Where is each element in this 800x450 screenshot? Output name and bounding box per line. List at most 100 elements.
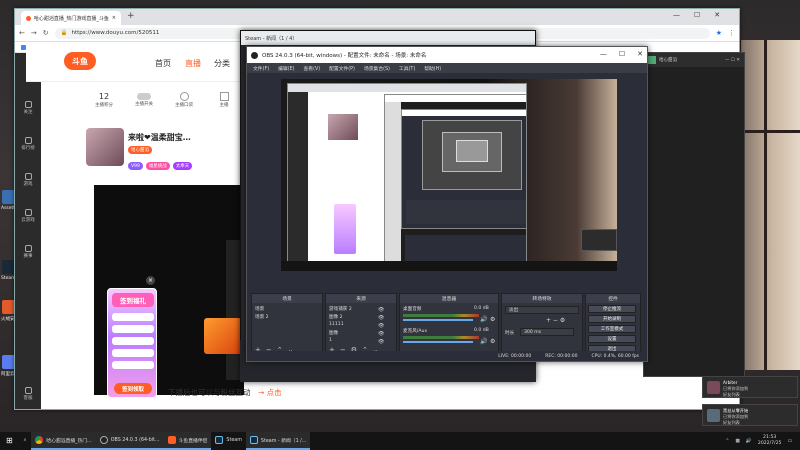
studio-mode-button[interactable]: 工作室模式 bbox=[588, 325, 636, 333]
douyu-logo[interactable]: 斗鱼 bbox=[64, 52, 96, 70]
maximize-icon[interactable]: ☐ bbox=[694, 11, 700, 19]
tray-chevron-icon[interactable]: ⌃ bbox=[725, 439, 729, 444]
obs-title-text: OBS 24.0.3 (64-bit, windows) - 配置文件: 未命名… bbox=[262, 53, 427, 59]
notification-toast[interactable]: 黑丝从零开始 已将你添加到 好友列表 bbox=[702, 404, 798, 426]
add-remove-transition[interactable]: + − ⚙ bbox=[546, 317, 565, 324]
window-controls: — ☐ ✕ bbox=[673, 11, 720, 19]
source-item[interactable]: 1 bbox=[329, 338, 332, 343]
stat-switch[interactable]: 主播开关 bbox=[126, 84, 162, 116]
tab-douyu[interactable]: 哈心甜滔直播_热门游戏直播_斗鱼 × bbox=[21, 11, 121, 25]
stat-points[interactable]: 12 主播积分 bbox=[86, 84, 122, 116]
volume-slider[interactable] bbox=[403, 319, 473, 321]
source-item[interactable]: 游戏捕获 2 bbox=[329, 306, 352, 312]
back-icon[interactable]: ← bbox=[19, 29, 25, 37]
pocket-icon bbox=[179, 92, 189, 101]
lock-icon: 🔒 bbox=[60, 30, 68, 36]
checkin-promo[interactable]: 签到福礼 签到领取 bbox=[107, 288, 157, 398]
speaker-icon[interactable]: 🔊 bbox=[480, 316, 487, 323]
close-icon[interactable]: ✕ bbox=[637, 50, 643, 58]
taskbar-item-steam-news[interactable]: Steam - 新闻（1 /... bbox=[245, 432, 311, 450]
sidebar-item-follow[interactable]: 关注 bbox=[15, 97, 41, 119]
menu-scene-collection[interactable]: 场景集合(S) bbox=[364, 65, 390, 72]
taskbar-item-steam[interactable]: Steam bbox=[211, 432, 246, 450]
close-icon[interactable]: ✕ bbox=[714, 11, 720, 19]
reload-icon[interactable]: ↻ bbox=[43, 29, 49, 37]
chat-scroll-strip[interactable] bbox=[226, 240, 240, 380]
challenge-tag[interactable]: 福星挑战 bbox=[145, 162, 170, 170]
source-visibility-icons[interactable]: 👁 👁 👁 👁 👁 bbox=[378, 306, 384, 346]
sidebar-item-rank[interactable]: 排行榜 bbox=[15, 133, 41, 155]
taskbar-item-douyu-companion[interactable]: 斗鱼直播伴侣 bbox=[163, 432, 212, 450]
sidebar-item-service[interactable]: 客服 bbox=[15, 383, 41, 405]
sidebar-item-cloud-game[interactable]: 云游戏 bbox=[15, 205, 41, 227]
source-item[interactable]: 11111 bbox=[329, 322, 344, 327]
star-icon[interactable]: ★ bbox=[716, 29, 722, 37]
start-button[interactable]: ⊞ bbox=[0, 432, 19, 450]
start-recording-button[interactable]: 开始录制 bbox=[588, 315, 636, 323]
menu-icon[interactable]: ⋮ bbox=[728, 29, 735, 37]
game-icon bbox=[24, 173, 32, 180]
promo-row bbox=[112, 349, 154, 357]
nav-home[interactable]: 首页 bbox=[155, 58, 171, 69]
taskbar-item-obs[interactable]: OBS 24.0.3 (64-bit... bbox=[95, 432, 164, 450]
volume-icon[interactable]: 🔊 bbox=[746, 439, 752, 444]
menu-profile[interactable]: 配置文件(P) bbox=[329, 65, 355, 72]
toast-text: 好友列表 bbox=[723, 392, 740, 397]
taskbar-item-chrome[interactable]: 哈心甜滔直播_热门... bbox=[31, 432, 96, 450]
stop-streaming-button[interactable]: 停止推流 bbox=[588, 305, 636, 313]
steam-titlebar: 哈心甜滔 — ☐ ✕ bbox=[644, 53, 744, 67]
check-icon bbox=[219, 92, 229, 101]
sidebar-item-events[interactable]: 赛事 bbox=[15, 241, 41, 263]
follow-badge[interactable]: 哈心甜滔 bbox=[128, 146, 152, 154]
steam-username[interactable]: 哈心甜滔 bbox=[659, 57, 677, 63]
sidebar-item-game[interactable]: 游戏 bbox=[15, 169, 41, 191]
clock[interactable]: 21:53 2022/7/25 bbox=[758, 435, 782, 447]
nav-category[interactable]: 分类 bbox=[214, 58, 230, 69]
toast-name: Arbiter bbox=[723, 380, 738, 385]
scene-item[interactable]: 场景 bbox=[255, 306, 264, 312]
source-item[interactable]: 图像 bbox=[329, 330, 338, 336]
volume-slider[interactable] bbox=[403, 341, 473, 343]
mixer-track-name: 桌面音频 bbox=[403, 307, 422, 312]
avatar[interactable] bbox=[86, 128, 124, 166]
menu-edit[interactable]: 编辑(E) bbox=[278, 65, 294, 72]
controls-title: 控件 bbox=[586, 294, 640, 303]
minimize-icon[interactable]: — bbox=[673, 11, 680, 19]
gift-thumbnail[interactable] bbox=[204, 318, 242, 354]
network-icon[interactable]: ▦ bbox=[735, 439, 740, 444]
toast-text: 好友列表 bbox=[723, 420, 740, 425]
close-tab-icon[interactable]: × bbox=[112, 15, 116, 21]
new-tab-button[interactable]: + bbox=[127, 11, 135, 21]
toggle-icon bbox=[137, 93, 151, 100]
menu-tools[interactable]: 工具(T) bbox=[399, 65, 415, 72]
notification-center-icon[interactable]: ▭ bbox=[787, 439, 792, 444]
checkin-button[interactable]: 签到领取 bbox=[114, 383, 152, 394]
transition-select[interactable]: 淡出 bbox=[505, 306, 579, 314]
stat-more[interactable]: 主播 bbox=[206, 84, 242, 116]
gear-icon[interactable]: ⚙ bbox=[490, 338, 495, 345]
close-promo-icon[interactable]: × bbox=[146, 276, 155, 285]
speaker-icon[interactable]: 🔊 bbox=[480, 338, 487, 345]
minimize-icon[interactable]: — bbox=[600, 50, 607, 58]
hint-link[interactable]: → 点击 bbox=[258, 387, 282, 398]
scene-item[interactable]: 场景 2 bbox=[255, 314, 269, 320]
menu-help[interactable]: 帮助(H) bbox=[424, 65, 441, 72]
obs-preview-canvas[interactable] bbox=[281, 79, 617, 271]
source-item[interactable]: 图像 2 bbox=[329, 314, 343, 320]
event-tag[interactable]: 太奉天 bbox=[172, 162, 193, 170]
mixer-title: 混音器 bbox=[400, 294, 498, 303]
level-tag: V99 bbox=[128, 162, 143, 170]
gear-icon[interactable]: ⚙ bbox=[490, 316, 495, 323]
search-button[interactable]: ⌕ bbox=[19, 432, 32, 450]
maximize-icon[interactable]: ☐ bbox=[619, 50, 625, 58]
duration-input[interactable]: 300 ms bbox=[520, 328, 574, 336]
settings-button[interactable]: 设置 bbox=[588, 335, 636, 343]
forward-icon[interactable]: → bbox=[31, 29, 37, 37]
douyu-sidebar: 关注 排行榜 游戏 云游戏 赛事 客服 bbox=[15, 53, 41, 409]
menu-view[interactable]: 查看(V) bbox=[303, 65, 320, 72]
menu-file[interactable]: 文件(F) bbox=[253, 65, 269, 72]
stat-pocket[interactable]: 主播口袋 bbox=[166, 84, 202, 116]
system-tray: ⌃ ▦ 🔊 21:53 2022/7/25 ▭ bbox=[570, 432, 800, 450]
notification-toast[interactable]: Arbiter 已将你添加到 好友列表 bbox=[702, 376, 798, 398]
nav-live[interactable]: 直播 bbox=[185, 58, 201, 69]
